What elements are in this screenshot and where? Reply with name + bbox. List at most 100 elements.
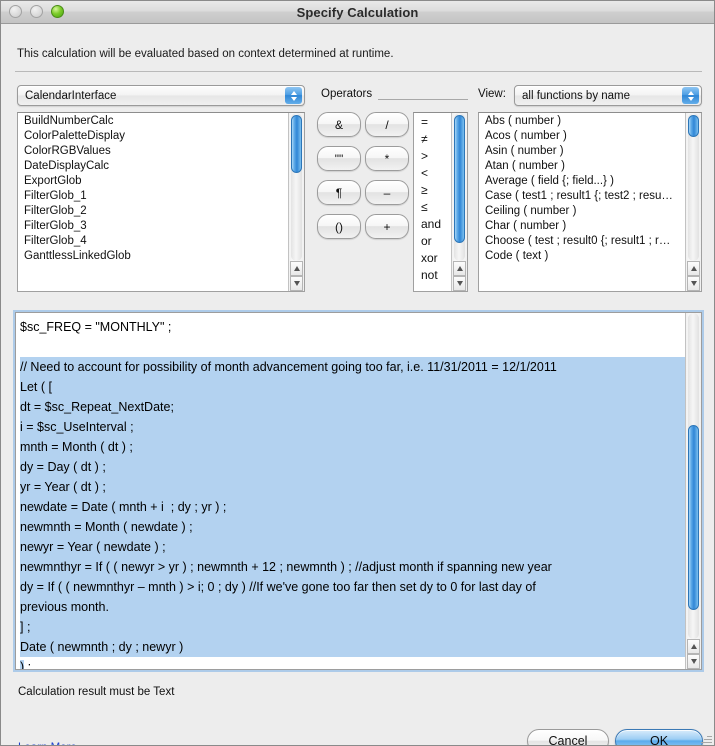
code-line[interactable]: previous month. [20,597,685,617]
scrollbar-thumb[interactable] [454,115,465,243]
list-item[interactable]: ExportGlob [18,173,288,188]
code-line[interactable]: yr = Year ( dt ) ; [20,477,685,497]
operators-list[interactable]: = ≠ > < ≥ ≤ and or xor not [413,112,468,292]
title-bar[interactable]: Specify Calculation [1,1,714,24]
view-popup[interactable]: all functions by name [514,85,702,106]
scrollbar-thumb[interactable] [291,115,302,173]
fields-list-scrollbar[interactable] [288,113,304,291]
list-item[interactable]: Char ( number ) [479,218,685,233]
code-line[interactable]: newmnth = Month ( newdate ) ; [20,517,685,537]
scroll-down-button[interactable] [453,276,466,291]
scroll-down-button[interactable] [687,654,700,669]
calculation-scrollbar[interactable] [685,313,701,669]
list-item[interactable]: ColorPaletteDisplay [18,128,288,143]
code-line[interactable]: i = $sc_UseInterval ; [20,417,685,437]
resize-grip[interactable] [699,732,712,745]
list-item[interactable]: Code ( text ) [479,248,685,263]
scroll-up-button[interactable] [687,639,700,654]
close-button[interactable] [9,5,22,18]
functions-list-scrollbar[interactable] [685,113,701,291]
scroll-down-button[interactable] [687,276,700,291]
list-item[interactable]: Abs ( number ) [479,113,685,128]
list-item[interactable]: Ceiling ( number ) [479,203,685,218]
scrollbar-steppers[interactable] [290,261,303,291]
scroll-up-button[interactable] [453,261,466,276]
code-line[interactable]: mnth = Month ( dt ) ; [20,437,685,457]
operators-list-scrollbar[interactable] [451,113,467,291]
scrollbar-steppers[interactable] [453,261,466,291]
operator-button[interactable]: () [317,214,361,239]
operators-rule [378,99,468,100]
code-line[interactable]: Let ( [ [20,377,685,397]
operator-button[interactable]: / [365,112,409,137]
chevron-updown-icon [285,87,302,104]
scrollbar-steppers[interactable] [687,261,700,291]
operator-button[interactable]: + [365,214,409,239]
context-hint: This calculation will be evaluated based… [17,48,394,60]
list-item[interactable]: = [414,113,451,130]
list-item[interactable]: GanttlessLinkedGlob [18,248,288,263]
operator-button[interactable]: "" [317,146,361,171]
operator-button[interactable]: & [317,112,361,137]
operator-button[interactable]: * [365,146,409,171]
list-item[interactable]: < [414,164,451,181]
scrollbar-steppers[interactable] [687,639,700,669]
learn-more-link[interactable]: Learn More... [18,742,86,745]
list-item[interactable]: ≠ [414,130,451,147]
scroll-up-button[interactable] [687,261,700,276]
ok-button[interactable]: OK [615,729,703,745]
list-item[interactable]: > [414,147,451,164]
list-item[interactable]: Choose ( test ; result0 {; result1 ; r… [479,233,685,248]
list-item[interactable]: DateDisplayCalc [18,158,288,173]
calculation-text-area[interactable]: $sc_FREQ = "MONTHLY" ; // Need to accoun… [15,312,702,670]
functions-list[interactable]: Abs ( number ) Acos ( number ) Asin ( numb… [478,112,702,292]
list-item[interactable]: Case ( test1 ; result1 {; test2 ; resu… [479,188,685,203]
list-item[interactable]: ≥ [414,181,451,198]
operator-button[interactable]: ¶ [317,180,361,205]
code-line[interactable]: newmnthyr = If ( ( newyr > yr ) ; newmnt… [20,557,685,577]
code-line[interactable]: newdate = Date ( mnth + i ; dy ; yr ) ; [20,497,685,517]
scrollbar-thumb[interactable] [688,115,699,137]
fields-list[interactable]: BuildNumberCalc ColorPaletteDisplay ColorR… [17,112,305,292]
list-item[interactable]: Atan ( number ) [479,158,685,173]
scrollbar-thumb[interactable] [688,425,699,610]
code-line[interactable]: newyr = Year ( newdate ) ; [20,537,685,557]
code-line[interactable]: ] ; [20,617,685,637]
operator-button[interactable]: – [365,180,409,205]
fields-list-rows: BuildNumberCalc ColorPaletteDisplay ColorR… [18,113,288,291]
list-item[interactable]: FilterGlob_2 [18,203,288,218]
code-line[interactable]: $sc_FREQ = "MONTHLY" ; [20,317,685,337]
code-line[interactable]: dt = $sc_Repeat_NextDate; [20,397,685,417]
code-line[interactable]: dy = Day ( dt ) ; [20,457,685,477]
list-item[interactable]: ≤ [414,198,451,215]
list-item[interactable]: Asin ( number ) [479,143,685,158]
scroll-down-button[interactable] [290,276,303,291]
code-line[interactable]: ) ; [20,657,685,669]
operators-label: Operators [321,88,373,100]
dialog-body: This calculation will be evaluated based… [1,24,714,745]
cancel-button[interactable]: Cancel [527,729,609,745]
zoom-button[interactable] [51,5,64,18]
minimize-button[interactable] [30,5,43,18]
source-table-popup[interactable]: CalendarInterface [17,85,305,106]
list-item[interactable]: Acos ( number ) [479,128,685,143]
list-item[interactable]: not [414,266,451,283]
code-line[interactable] [20,337,685,357]
list-item[interactable]: FilterGlob_4 [18,233,288,248]
list-item[interactable]: and [414,215,451,232]
calculation-code[interactable]: $sc_FREQ = "MONTHLY" ; // Need to accoun… [16,313,685,669]
header-divider [15,71,702,72]
list-item[interactable]: or [414,232,451,249]
scroll-up-button[interactable] [290,261,303,276]
code-line[interactable]: Date ( newmnth ; dy ; newyr ) [20,637,685,657]
list-item[interactable]: BuildNumberCalc [18,113,288,128]
chevron-updown-icon [682,87,699,104]
list-item[interactable]: FilterGlob_3 [18,218,288,233]
list-item[interactable]: FilterGlob_1 [18,188,288,203]
specify-calculation-window: Specify Calculation This calculation wil… [0,0,715,746]
list-item[interactable]: Average ( field {; field...} ) [479,173,685,188]
list-item[interactable]: xor [414,249,451,266]
code-line[interactable]: dy = If ( ( newmnthyr – mnth ) > i; 0 ; … [20,577,685,597]
list-item[interactable]: ColorRGBValues [18,143,288,158]
code-line[interactable]: // Need to account for possibility of mo… [20,357,685,377]
